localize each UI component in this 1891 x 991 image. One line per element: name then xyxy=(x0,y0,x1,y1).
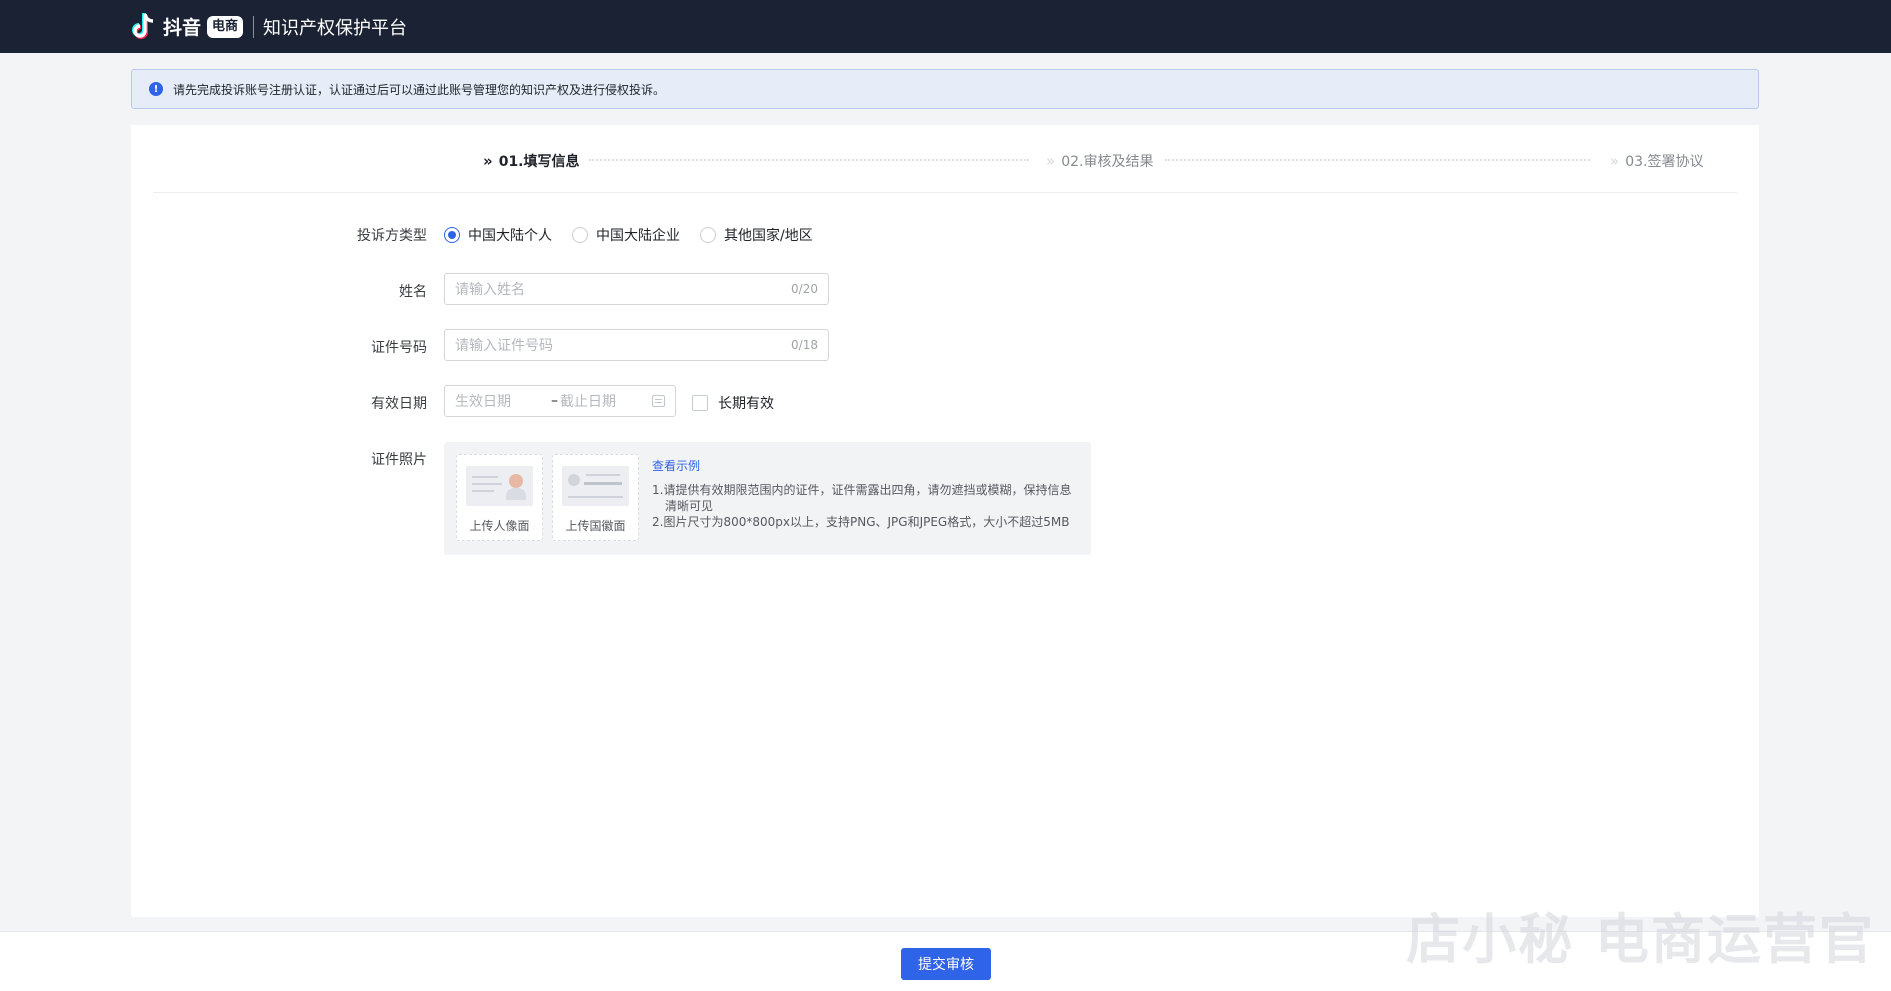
double-chevron-right-icon: » xyxy=(483,152,493,170)
name-placeholder: 请输入姓名 xyxy=(455,282,525,298)
id-number-char-counter: 0/18 xyxy=(791,338,818,352)
id-photo-label: 证件照片 xyxy=(371,452,427,468)
radio-label: 中国大陆企业 xyxy=(596,228,680,244)
id-number-input[interactable]: 请输入证件号码 0/18 xyxy=(444,329,829,361)
radio-mainland-enterprise[interactable]: 中国大陆企业 xyxy=(572,225,680,245)
registration-notice: ! 请先完成投诉账号注册认证，认证通过后可以通过此账号管理您的知识产权及进行侵权… xyxy=(131,69,1759,109)
id-card-portrait-icon xyxy=(466,466,533,506)
upload-portrait-label: 上传人像面 xyxy=(469,519,530,533)
long-term-checkbox[interactable] xyxy=(692,395,708,411)
name-char-counter: 0/20 xyxy=(791,282,818,296)
step-label: 02.审核及结果 xyxy=(1061,154,1154,170)
radio-mainland-individual[interactable]: 中国大陆个人 xyxy=(444,225,552,245)
submit-review-button[interactable]: 提交审核 xyxy=(901,948,991,980)
info-icon: ! xyxy=(149,82,163,96)
tip-line-2: 2.图片尺寸为800*800px以上，支持PNG、JPG和JPEG格式，大小不超… xyxy=(652,515,1070,529)
step-fill-info: » 01.填写信息 xyxy=(483,151,580,171)
douyin-note-icon xyxy=(131,12,157,42)
step-connector xyxy=(1165,159,1590,161)
id-photo-upload-panel: 上传人像面 上传国徽面 查看示例 1.请提供有效期限范围内的证件，证件需露出四角… xyxy=(444,442,1091,555)
tip-line-1: 1.请提供有效期限范围内的证件，证件需露出四角，请勿遮挡或模糊，保持信息 xyxy=(652,483,1072,497)
calendar-icon[interactable] xyxy=(652,395,665,407)
start-date-input[interactable]: 生效日期 xyxy=(455,391,547,411)
progress-steps: » 01.填写信息 » 02.审核及结果 » 03.签署协议 xyxy=(153,125,1737,193)
brand-text: 抖音 xyxy=(163,17,202,39)
long-term-checkbox-wrap[interactable]: 长期有效 xyxy=(692,393,774,413)
radio-label: 中国大陆个人 xyxy=(468,228,552,244)
notice-text: 请先完成投诉账号注册认证，认证通过后可以通过此账号管理您的知识产权及进行侵权投诉… xyxy=(173,82,666,97)
long-term-label: 长期有效 xyxy=(718,396,774,412)
date-range-picker[interactable]: 生效日期 – 截止日期 xyxy=(444,385,676,417)
upload-tips: 查看示例 1.请提供有效期限范围内的证件，证件需露出四角，请勿遮挡或模糊，保持信… xyxy=(652,458,1082,530)
brand-badge: 电商 xyxy=(207,15,244,38)
top-navigation-bar: 抖音 电商 知识产权保护平台 xyxy=(0,0,1891,53)
complainant-type-radio-group: 中国大陆个人 中国大陆企业 其他国家/地区 xyxy=(444,225,833,245)
view-example-link[interactable]: 查看示例 xyxy=(652,458,700,474)
upload-portrait-side[interactable]: 上传人像面 xyxy=(456,454,543,541)
step-label: 01.填写信息 xyxy=(498,154,580,170)
step-review-result: » 02.审核及结果 xyxy=(1046,151,1153,171)
double-chevron-right-icon: » xyxy=(1046,152,1056,170)
date-separator: – xyxy=(551,393,558,409)
id-card-emblem-icon xyxy=(562,466,629,506)
header-divider xyxy=(253,15,255,38)
radio-button[interactable] xyxy=(572,227,588,243)
id-number-placeholder: 请输入证件号码 xyxy=(455,338,553,354)
platform-title: 知识产权保护平台 xyxy=(263,17,408,39)
radio-label: 其他国家/地区 xyxy=(724,228,813,244)
complainant-type-label: 投诉方类型 xyxy=(357,228,427,244)
id-number-label: 证件号码 xyxy=(371,340,427,356)
step-label: 03.签署协议 xyxy=(1625,154,1704,170)
end-date-input[interactable]: 截止日期 xyxy=(560,391,640,411)
name-label: 姓名 xyxy=(399,284,427,300)
platform-logo[interactable]: 抖音 电商 xyxy=(131,12,244,42)
upload-emblem-side[interactable]: 上传国徽面 xyxy=(552,454,639,541)
name-input[interactable]: 请输入姓名 0/20 xyxy=(444,273,829,305)
radio-other-region[interactable]: 其他国家/地区 xyxy=(700,225,813,245)
radio-button[interactable] xyxy=(700,227,716,243)
watermark: 店小秘 电商运营官 xyxy=(1406,908,1875,971)
double-chevron-right-icon: » xyxy=(1610,152,1620,170)
form-card: » 01.填写信息 » 02.审核及结果 » 03.签署协议 投诉方类型 中国大… xyxy=(131,125,1759,917)
step-connector xyxy=(589,159,1029,161)
radio-button-checked[interactable] xyxy=(444,227,460,243)
validity-date-label: 有效日期 xyxy=(371,396,427,412)
tip-line-1-continued: 清晰可见 xyxy=(665,499,714,513)
step-sign-agreement: » 03.签署协议 xyxy=(1610,151,1703,171)
upload-emblem-label: 上传国徽面 xyxy=(565,519,626,533)
